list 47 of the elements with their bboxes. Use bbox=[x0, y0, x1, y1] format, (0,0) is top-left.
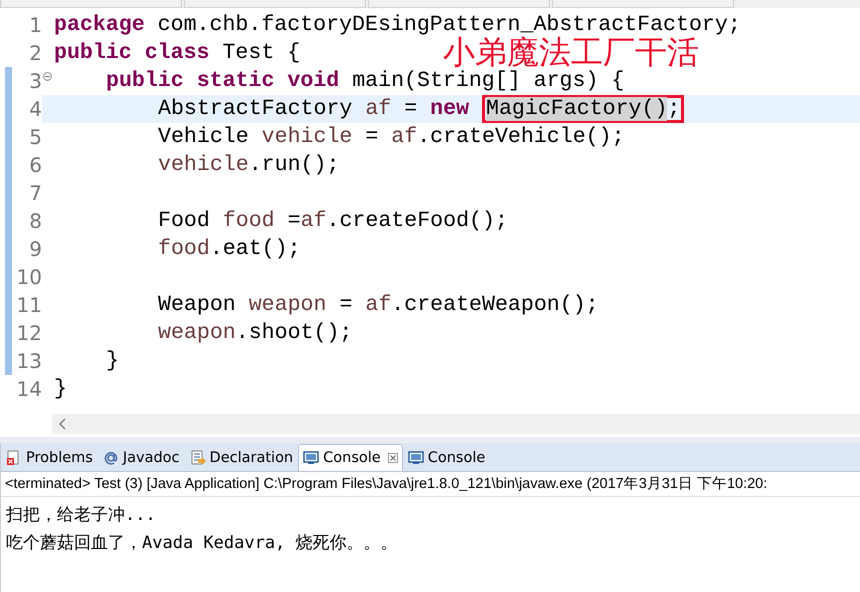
line-number: 11 bbox=[16, 293, 42, 317]
line-number: 4 bbox=[28, 97, 42, 121]
editor-tab[interactable] bbox=[552, 0, 734, 8]
line-number: 1 bbox=[28, 13, 42, 37]
code-line: public static void main(String[] args) { bbox=[106, 68, 624, 95]
console-output-line: 扫把，给老子冲... bbox=[6, 504, 157, 527]
console-output-line: 吃个蘑菇回血了，Avada Kedavra, 烧死你。。。 bbox=[6, 532, 399, 555]
line-number: 9 bbox=[28, 237, 42, 261]
editor-tab[interactable] bbox=[0, 0, 182, 8]
code-line: public class Test { bbox=[54, 40, 300, 67]
line-number: 14 bbox=[16, 377, 42, 401]
code-line: weapon.shoot(); bbox=[158, 320, 352, 347]
annotation-text: 小弟魔法工厂干活 bbox=[443, 37, 699, 67]
problems-tab[interactable]: Problems bbox=[1, 444, 98, 471]
code-line: package com.chb.factoryDEsingPattern_AbstractFactory; bbox=[54, 12, 741, 37]
at-sign-icon bbox=[102, 450, 119, 466]
scroll-left-icon[interactable] bbox=[58, 418, 68, 430]
code-line: vehicle.run(); bbox=[158, 152, 340, 179]
monitor-icon bbox=[303, 450, 320, 466]
declaration-tab[interactable]: Declaration bbox=[184, 444, 298, 471]
line-number: 13 bbox=[16, 349, 42, 373]
line-number: 5 bbox=[28, 125, 42, 149]
editor-tab[interactable] bbox=[368, 0, 550, 8]
line-number: 7 bbox=[28, 181, 42, 205]
code-line: Weapon weapon = af.createWeapon(); bbox=[158, 292, 599, 319]
console-status: <terminated> Test (3) [Java Application] C:\Program Files\Java\jre1.8.0_121\bin\javaw.exe (2017年3月31日 下午10:20: bbox=[1, 471, 860, 497]
line-number: 12 bbox=[16, 321, 42, 345]
close-icon[interactable] bbox=[388, 453, 398, 463]
document-arrow-icon bbox=[190, 450, 206, 466]
line-number: 10 bbox=[16, 265, 42, 289]
code-line: AbstractFactory af = new MagicFactory(); bbox=[158, 95, 684, 123]
code-line: } bbox=[106, 348, 119, 375]
monitor-icon bbox=[408, 450, 424, 466]
collapse-icon[interactable] bbox=[43, 72, 52, 81]
code-line: } bbox=[54, 376, 67, 403]
console-tab[interactable]: Console bbox=[298, 444, 403, 471]
line-number: 3 bbox=[14, 69, 42, 93]
editor-tab[interactable] bbox=[184, 0, 366, 8]
javadoc-tab[interactable]: Javadoc bbox=[98, 444, 185, 471]
line-number: 2 bbox=[28, 41, 42, 65]
code-line: Vehicle vehicle = af.crateVehicle(); bbox=[158, 124, 625, 151]
code-line: Food food =af.createFood(); bbox=[158, 208, 508, 235]
line-number: 6 bbox=[28, 153, 42, 177]
console-tab[interactable]: Console bbox=[402, 444, 490, 471]
horizontal-scrollbar[interactable] bbox=[52, 414, 860, 434]
line-number: 8 bbox=[28, 209, 42, 233]
code-line: food.eat(); bbox=[158, 236, 301, 263]
